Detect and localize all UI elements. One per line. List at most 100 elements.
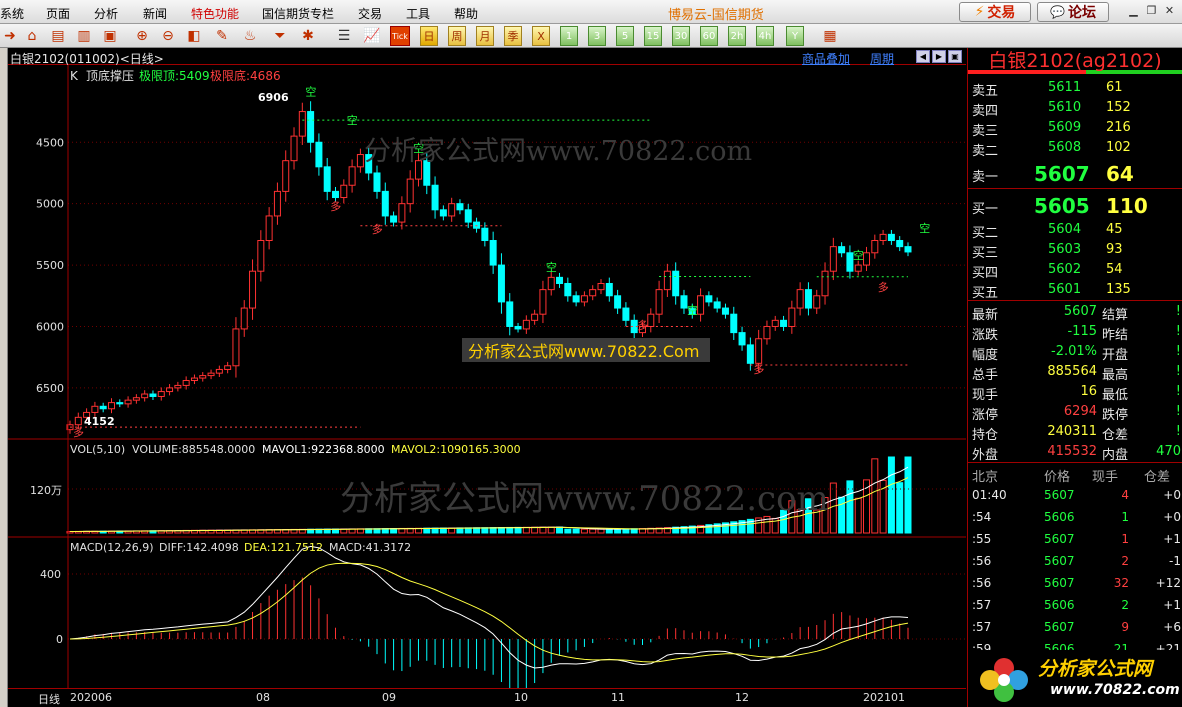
book2-icon[interactable]: ▥ <box>74 26 94 46</box>
period-week-button[interactable]: 周 <box>448 26 466 46</box>
candle-body <box>672 270 680 297</box>
quote-title: 白银2102(ag2102) <box>968 48 1182 74</box>
layers-icon[interactable]: ◧ <box>184 26 204 46</box>
candle-body <box>896 240 904 248</box>
ask1-label: 卖一 <box>972 170 999 185</box>
menu-help[interactable]: 帮助 <box>454 5 478 22</box>
close-icon[interactable]: ✕ <box>1161 3 1178 20</box>
candle-body <box>879 233 887 242</box>
stat-value: 240311 <box>1047 424 1097 439</box>
long-marker: 多 <box>753 362 764 376</box>
restore-icon[interactable]: ❐ <box>1143 3 1160 20</box>
bid-row: 买四 5602 54 <box>968 260 1182 281</box>
expand-icon[interactable]: ▣ <box>948 50 962 63</box>
candle-body <box>804 289 812 309</box>
period-month-button[interactable]: 月 <box>476 26 494 46</box>
period-1m-button[interactable]: 1 <box>560 26 578 46</box>
menu-analysis[interactable]: 分析 <box>94 5 118 22</box>
stat-value: -115 <box>1067 324 1097 339</box>
tick-change: +1 <box>1163 532 1181 546</box>
period-30m-button[interactable]: 30 <box>672 26 690 46</box>
stat-value: 885564 <box>1047 364 1097 379</box>
book-icon[interactable]: ▤ <box>48 26 68 46</box>
period-5m-button[interactable]: 5 <box>616 26 634 46</box>
zoom-out-icon[interactable]: ⊖ <box>158 26 178 46</box>
volume-bar <box>896 482 904 534</box>
candle-body <box>381 190 389 217</box>
period-day-button[interactable]: 日 <box>420 26 438 46</box>
short-marker: 空 <box>687 303 698 317</box>
menu-trade[interactable]: 交易 <box>358 5 382 22</box>
notepad-icon[interactable]: ▦ <box>820 26 840 46</box>
candle-body <box>655 289 663 315</box>
candle-body <box>605 282 613 297</box>
chart-folder-icon[interactable]: ▣ <box>100 26 120 46</box>
menu-system[interactable]: 系统 <box>0 5 24 22</box>
stat-label: 幅度 <box>972 348 999 363</box>
pen-icon[interactable]: ✎ <box>212 26 232 46</box>
ask-row: 卖五 5611 61 <box>968 78 1182 99</box>
tick-change: +12 <box>1155 576 1181 590</box>
stat-label: 结算 <box>1102 308 1129 323</box>
scroll-left-icon[interactable]: ◀ <box>916 50 930 63</box>
vol-y-tick: 120万 <box>30 484 62 497</box>
period-3m-button[interactable]: 3 <box>588 26 606 46</box>
tick-button[interactable]: Tick <box>390 26 410 46</box>
filter-icon[interactable]: ⏷ <box>270 26 290 46</box>
minimize-icon[interactable]: ▁ <box>1125 3 1142 20</box>
candle-body <box>290 135 298 162</box>
toolbar: ➜ ⌂ ▤ ▥ ▣ ⊕ ⊖ ◧ ✎ ♨ ⏷ ✱ ☰ 📈 Tick 日 周 月 季… <box>0 24 1182 48</box>
period-quarter-button[interactable]: 季 <box>504 26 522 46</box>
bid-volume: 93 <box>1106 242 1123 257</box>
candle-body <box>506 301 514 327</box>
menu-guoxin-column[interactable]: 国信期货专栏 <box>262 5 334 22</box>
period-x-button[interactable]: X <box>532 26 550 46</box>
tick-volume: 32 <box>1113 576 1129 590</box>
vol-value: VOLUME:885548.0000 <box>132 443 255 456</box>
pot-icon[interactable]: ♨ <box>240 26 260 46</box>
stat-label: 跌停 <box>1102 408 1129 423</box>
candle-body <box>580 295 588 303</box>
tick-price: 5607 <box>1044 576 1075 590</box>
candle-body <box>448 203 456 217</box>
period-60m-button[interactable]: 60 <box>700 26 718 46</box>
line-chart-icon[interactable]: 📈 <box>362 26 382 46</box>
forum-button[interactable]: 💬 论坛 <box>1037 2 1109 22</box>
stat-value: ! <box>1175 384 1181 399</box>
macd-diff: DIFF:142.4098 <box>159 541 239 554</box>
tick-volume: 1 <box>1121 510 1129 524</box>
list-icon[interactable]: ☰ <box>334 26 354 46</box>
menu-page[interactable]: 页面 <box>46 5 70 22</box>
ask-row: 卖四 5610 152 <box>968 98 1182 119</box>
stat-value: 415532 <box>1047 444 1097 459</box>
chart-area[interactable]: 65006000550050004500 空空空空空空空多多多多多多 K 顶底撑… <box>8 65 966 688</box>
arrow-icon[interactable]: ➜ <box>0 26 20 46</box>
candle-body <box>522 319 530 330</box>
candle-body <box>763 325 771 340</box>
scroll-right-icon[interactable]: ▶ <box>932 50 946 63</box>
bid1-volume: 110 <box>1106 194 1148 218</box>
new-icon[interactable]: ✱ <box>298 26 318 46</box>
ask-price: 5608 <box>1048 140 1082 155</box>
long-marker: 多 <box>637 318 648 332</box>
period-15m-button[interactable]: 15 <box>644 26 662 46</box>
menu-features[interactable]: 特色功能 <box>191 5 239 22</box>
candle-body <box>622 307 630 321</box>
menu-tools[interactable]: 工具 <box>406 5 430 22</box>
stat-value: ! <box>1175 304 1181 319</box>
ticks-header-time: 北京 <box>972 470 999 485</box>
period-year-button[interactable]: Y <box>786 26 804 46</box>
low-label: 4152 <box>84 415 115 428</box>
ask-volume: 61 <box>1106 80 1123 95</box>
zoom-in-icon[interactable]: ⊕ <box>132 26 152 46</box>
trade-button[interactable]: ⚡ 交易 <box>959 2 1031 22</box>
bid-row: 买二 5604 45 <box>968 220 1182 241</box>
short-marker: 空 <box>853 248 864 262</box>
menu-news[interactable]: 新闻 <box>143 5 167 22</box>
ask-volume: 152 <box>1106 100 1131 115</box>
volume-bar <box>564 528 572 534</box>
period-2h-button[interactable]: 2h <box>728 26 746 46</box>
home-icon[interactable]: ⌂ <box>22 26 42 46</box>
stat-value: 6294 <box>1063 404 1097 419</box>
period-4h-button[interactable]: 4h <box>756 26 774 46</box>
